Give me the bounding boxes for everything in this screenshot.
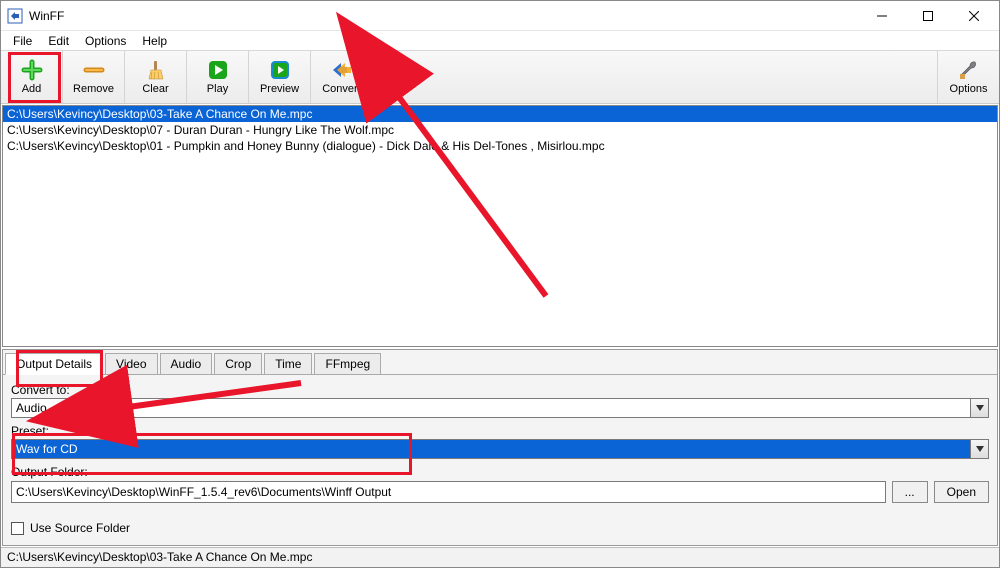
tab-row: Output Details Video Audio Crop Time FFm… <box>3 350 997 374</box>
titlebar: WinFF <box>1 1 999 31</box>
convert-arrows-icon <box>331 59 353 81</box>
output-folder-input[interactable] <box>11 481 886 503</box>
menu-options[interactable]: Options <box>77 32 134 50</box>
list-item[interactable]: C:\Users\Kevincy\Desktop\01 - Pumpkin an… <box>3 138 997 154</box>
tab-crop[interactable]: Crop <box>214 353 262 374</box>
minus-icon <box>83 59 105 81</box>
tab-ffmpeg[interactable]: FFmpeg <box>314 353 381 374</box>
menu-edit[interactable]: Edit <box>40 32 77 50</box>
remove-label: Remove <box>73 83 114 95</box>
preset-dropdown-button[interactable] <box>971 439 989 459</box>
list-item[interactable]: C:\Users\Kevincy\Desktop\03-Take A Chanc… <box>3 106 997 122</box>
output-panel: Output Details Video Audio Crop Time FFm… <box>2 349 998 546</box>
preview-label: Preview <box>260 83 299 95</box>
open-button[interactable]: Open <box>934 481 989 503</box>
window-controls <box>859 1 997 31</box>
use-source-folder-row: Use Source Folder <box>11 521 989 535</box>
menubar: File Edit Options Help <box>1 31 999 50</box>
tab-output-details[interactable]: Output Details <box>5 353 103 375</box>
window-title: WinFF <box>29 9 64 23</box>
convert-button[interactable]: Convert <box>311 51 373 103</box>
tab-video[interactable]: Video <box>105 353 157 374</box>
close-button[interactable] <box>951 1 997 31</box>
use-source-folder-checkbox[interactable] <box>11 522 24 535</box>
toolbar: Add Remove Clear Play Preview Convert Op… <box>1 50 999 104</box>
clear-label: Clear <box>142 83 168 95</box>
plus-icon <box>21 59 43 81</box>
tab-audio[interactable]: Audio <box>160 353 213 374</box>
convert-to-label: Convert to: <box>11 383 989 397</box>
clear-button[interactable]: Clear <box>125 51 187 103</box>
remove-button[interactable]: Remove <box>63 51 125 103</box>
preview-button[interactable]: Preview <box>249 51 311 103</box>
menu-help[interactable]: Help <box>134 32 175 50</box>
file-list[interactable]: C:\Users\Kevincy\Desktop\03-Take A Chanc… <box>2 105 998 347</box>
tab-body-output-details: Convert to: Audio Preset: Wav for CD Out… <box>3 374 997 545</box>
list-item[interactable]: C:\Users\Kevincy\Desktop\07 - Duran Dura… <box>3 122 997 138</box>
minimize-button[interactable] <box>859 1 905 31</box>
add-button[interactable]: Add <box>1 51 63 103</box>
options-label: Options <box>950 83 988 95</box>
use-source-folder-label: Use Source Folder <box>30 521 130 535</box>
maximize-button[interactable] <box>905 1 951 31</box>
convert-to-select[interactable]: Audio <box>11 398 971 418</box>
wrench-icon <box>958 59 980 81</box>
add-label: Add <box>22 83 42 95</box>
tab-time[interactable]: Time <box>264 353 312 374</box>
output-folder-label: Output Folder: <box>11 465 989 479</box>
browse-button[interactable]: ... <box>892 481 928 503</box>
play-label: Play <box>207 83 228 95</box>
broom-icon <box>145 59 167 81</box>
preset-label: Preset: <box>11 424 989 438</box>
preset-select[interactable]: Wav for CD <box>11 439 971 459</box>
convert-label: Convert <box>322 83 361 95</box>
convert-to-dropdown-button[interactable] <box>971 398 989 418</box>
play-button[interactable]: Play <box>187 51 249 103</box>
options-button[interactable]: Options <box>937 51 999 103</box>
preview-icon <box>269 59 291 81</box>
play-icon <box>207 59 229 81</box>
status-bar: C:\Users\Kevincy\Desktop\03-Take A Chanc… <box>1 547 999 567</box>
menu-file[interactable]: File <box>5 32 40 50</box>
app-icon <box>7 8 23 24</box>
